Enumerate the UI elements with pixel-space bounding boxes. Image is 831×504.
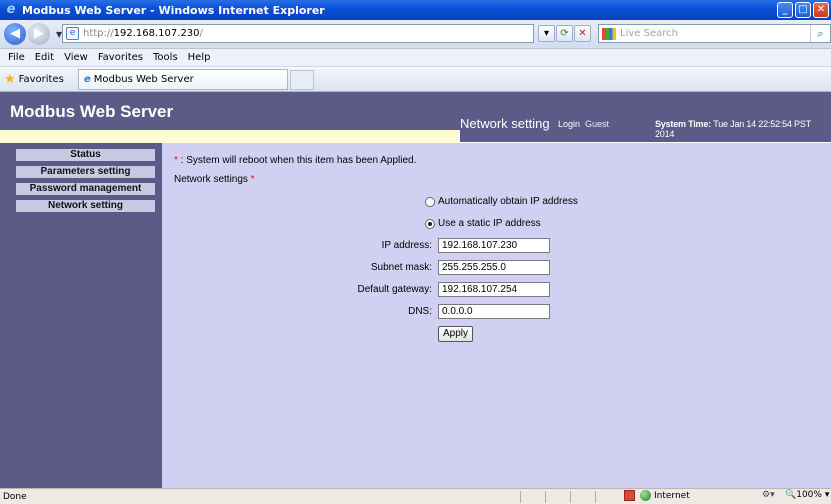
status-divider	[570, 491, 571, 503]
browser-tab[interactable]: e Modbus Web Server	[78, 69, 288, 90]
ip-address-label: IP address:	[381, 240, 432, 251]
security-zone[interactable]: Internet	[624, 490, 690, 501]
sidebar-item-status[interactable]: Status	[16, 149, 155, 161]
menu-file[interactable]: File	[8, 52, 25, 63]
tab-title: Modbus Web Server	[93, 74, 194, 85]
new-tab-button[interactable]	[290, 70, 314, 90]
section-label-text: Network settings	[174, 174, 251, 185]
forward-button[interactable]: ▶	[28, 23, 50, 45]
status-bar: Done Internet ⚙▾ 🔍100% ▾	[0, 488, 831, 504]
sidebar-item-parameters[interactable]: Parameters setting	[16, 166, 155, 178]
minimize-button[interactable]: _	[777, 2, 793, 18]
status-text: Done	[3, 491, 27, 502]
address-host: 192.168.107.230	[113, 28, 200, 39]
section-label: Network settings *	[174, 174, 255, 185]
menu-favorites[interactable]: Favorites	[98, 52, 143, 63]
subnet-mask-label: Subnet mask:	[370, 262, 432, 273]
status-divider	[545, 491, 546, 503]
back-button[interactable]: ◀	[4, 23, 26, 45]
radio-auto-ip[interactable]: Automatically obtain IP address	[425, 196, 578, 207]
status-divider	[520, 491, 521, 503]
web-page: Modbus Web Server Network setting Login …	[0, 92, 831, 488]
menu-help[interactable]: Help	[188, 52, 211, 63]
search-placeholder: Live Search	[620, 28, 678, 39]
apply-button[interactable]: Apply	[438, 326, 474, 342]
search-box[interactable]: Live Search ⌕	[598, 24, 831, 43]
reboot-note: * : System will reboot when this item ha…	[174, 155, 416, 166]
address-prefix: http://	[83, 28, 114, 39]
address-dropdown-icon[interactable]: ▾	[538, 25, 555, 42]
navigation-bar: ◀ ▶ ▼ e http://192.168.107.230/ ▾ ⟳ ✕ Li…	[0, 20, 831, 49]
section-required-mark: *	[250, 174, 255, 185]
dns-label: DNS:	[408, 306, 432, 317]
favorites-button[interactable]: Favorites	[19, 74, 64, 85]
maximize-button[interactable]: □	[795, 2, 811, 18]
sidebar: Status Parameters setting Password manag…	[0, 143, 162, 488]
radio-auto-ip-label: Automatically obtain IP address	[438, 196, 578, 207]
zoom-control[interactable]: 🔍100% ▾	[785, 490, 829, 500]
tab-page-icon: e	[84, 74, 91, 85]
system-time-label: System Time:	[655, 119, 711, 129]
sidebar-item-password[interactable]: Password management	[16, 183, 155, 195]
default-gateway-field[interactable]: 192.168.107.254	[438, 282, 550, 297]
protected-mode-icon[interactable]: ⚙▾	[762, 490, 775, 500]
login-user: Guest	[585, 119, 610, 129]
radio-auto-ip-circle[interactable]	[425, 196, 435, 207]
radio-static-ip[interactable]: Use a static IP address	[425, 218, 541, 229]
dns-field[interactable]: 0.0.0.0	[438, 304, 550, 319]
favorites-star-icon[interactable]: ★	[4, 72, 16, 87]
window-title: Modbus Web Server - Windows Internet Exp…	[22, 3, 325, 17]
subnet-mask-field[interactable]: 255.255.255.0	[438, 260, 550, 275]
menu-view[interactable]: View	[64, 52, 88, 63]
popup-blocker-icon[interactable]	[624, 490, 635, 501]
search-go-icon[interactable]: ⌕	[810, 25, 830, 42]
zone-label: Internet	[654, 490, 690, 501]
main-content: * : System will reboot when this item ha…	[162, 143, 831, 488]
header-accent-strip	[0, 130, 460, 143]
page-icon: e	[66, 27, 79, 40]
internet-globe-icon	[640, 490, 651, 501]
stop-icon[interactable]: ✕	[574, 25, 591, 42]
reboot-note-text: : System will reboot when this item has …	[177, 155, 417, 166]
menu-bar: File Edit View Favorites Tools Help	[0, 49, 831, 67]
sidebar-item-network[interactable]: Network setting	[16, 200, 155, 212]
address-suffix: /	[199, 28, 203, 39]
window-controls: _ □ ✕	[777, 2, 829, 18]
status-divider	[595, 491, 596, 503]
close-button[interactable]: ✕	[813, 2, 829, 18]
default-gateway-label: Default gateway:	[357, 284, 433, 295]
site-title: Modbus Web Server	[10, 102, 174, 121]
radio-static-ip-label: Use a static IP address	[438, 218, 541, 229]
refresh-icon[interactable]: ⟳	[556, 25, 573, 42]
radio-static-ip-circle[interactable]	[425, 218, 435, 229]
ip-address-field[interactable]: 192.168.107.230	[438, 238, 550, 253]
menu-edit[interactable]: Edit	[35, 52, 54, 63]
favorites-bar: ★ Favorites e Modbus Web Server	[0, 67, 831, 92]
address-bar[interactable]: e http://192.168.107.230/	[62, 24, 534, 43]
zoom-label: 100%	[796, 490, 822, 500]
page-heading: Network setting	[460, 116, 550, 131]
live-search-icon	[602, 27, 616, 40]
system-time: System Time: Tue Jan 14 22:52:54 PST 201…	[655, 119, 831, 139]
window-title-bar: e Modbus Web Server - Windows Internet E…	[0, 0, 831, 20]
menu-tools[interactable]: Tools	[153, 52, 178, 63]
ie-logo-icon: e	[6, 2, 16, 17]
login-label: Login	[558, 119, 581, 129]
